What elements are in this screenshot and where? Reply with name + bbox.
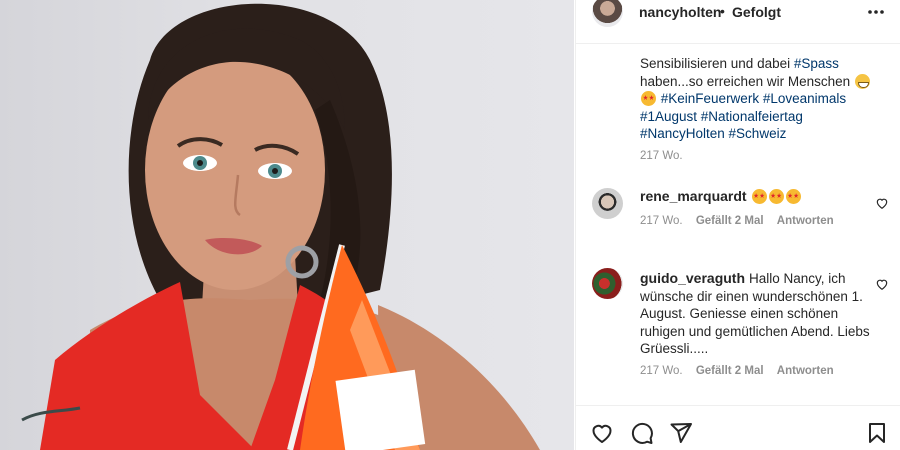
reply-button[interactable]: Antworten	[777, 365, 834, 377]
caption-text: Sensibilisieren und dabei	[640, 56, 794, 71]
caption-timestamp[interactable]: 217 Wo.	[640, 150, 683, 162]
bookmark-icon[interactable]	[865, 421, 889, 445]
commenter-avatar[interactable]	[592, 188, 623, 219]
comment-timestamp[interactable]: 217 Wo.	[640, 215, 683, 227]
comment-like-heart-icon[interactable]	[875, 196, 889, 210]
reply-button[interactable]: Antworten	[777, 215, 834, 227]
author-username[interactable]: nancyholten	[639, 4, 721, 20]
paper-plane-icon[interactable]	[669, 421, 693, 445]
commenter-username[interactable]: guido_veraguth	[640, 270, 745, 286]
comment-like-heart-icon[interactable]	[875, 277, 889, 291]
comment-actions: 217 Wo. Gefällt 2 Mal Antworten	[640, 365, 844, 377]
comment-likes-link[interactable]: Gefällt 2 Mal	[696, 215, 764, 227]
comment-icon[interactable]	[630, 421, 654, 445]
post-action-bar	[576, 405, 900, 450]
post-header: nancyholten • Gefolgt	[576, 0, 900, 44]
star-struck-emoji-icon	[751, 189, 767, 204]
heart-icon[interactable]	[590, 421, 614, 445]
star-struck-emoji-icon	[641, 91, 656, 106]
grinning-emoji-icon	[854, 73, 870, 89]
hashtag-link[interactable]: #Spass	[794, 56, 839, 71]
header-separator: •	[720, 3, 725, 19]
comment-likes-link[interactable]: Gefällt 2 Mal	[696, 365, 764, 377]
post-caption: Sensibilisieren und dabei #Spass haben..…	[640, 55, 880, 143]
post-image[interactable]	[0, 0, 574, 450]
commenter-avatar[interactable]	[592, 268, 623, 299]
star-struck-emoji-icon	[785, 189, 801, 204]
author-avatar[interactable]	[592, 0, 623, 27]
hashtag-links[interactable]: #KeinFeuerwerk #Loveanimals #1August #Na…	[640, 91, 846, 141]
comment-body: guido_veraguth Hallo Nancy, ich wünsche d…	[640, 270, 872, 358]
follow-status-button[interactable]: Gefolgt	[732, 4, 781, 20]
selfie-illustration	[21, 3, 540, 450]
comment-actions: 217 Wo. Gefällt 2 Mal Antworten	[640, 215, 844, 227]
comment-timestamp[interactable]: 217 Wo.	[640, 365, 683, 377]
star-struck-emoji-icon	[768, 189, 784, 204]
caption-text: haben...so erreichen wir Menschen	[640, 73, 854, 89]
commenter-username[interactable]: rene_marquardt	[640, 188, 747, 204]
more-options-icon[interactable]	[866, 2, 886, 22]
comment-body: rene_marquardt	[640, 188, 872, 206]
post-panel: nancyholten • Gefolgt Sensibilisieren un…	[575, 0, 900, 450]
